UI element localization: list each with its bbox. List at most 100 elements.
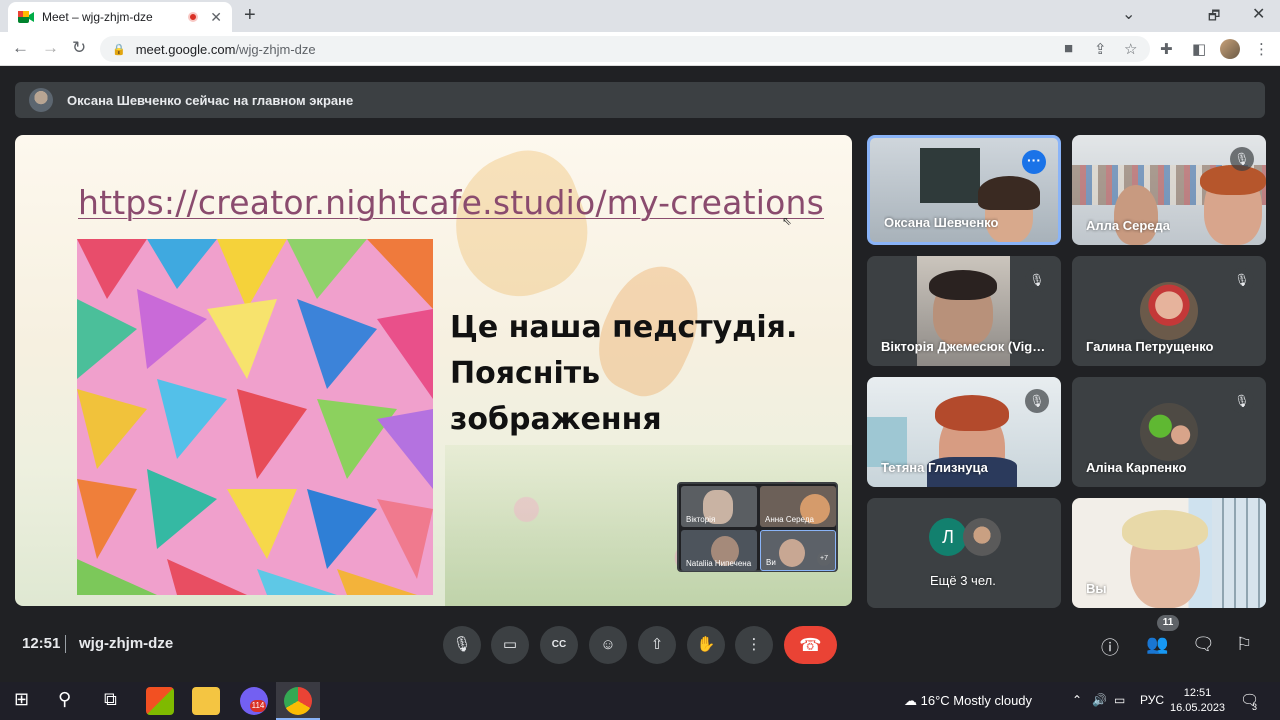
- more-participants-tile[interactable]: Л Ещё 3 чел.: [867, 498, 1061, 608]
- weather-text: 16°C Mostly cloudy: [920, 693, 1033, 708]
- muted-mic-icon: 🎙: [1025, 389, 1049, 413]
- self-view-tile[interactable]: Вы: [1072, 498, 1266, 608]
- mini-tile: Nataliia Нипечена: [681, 530, 757, 571]
- tab-title: Meet – wjg-zhjm-dze: [42, 10, 153, 24]
- participant-avatar: [963, 518, 1001, 556]
- camera-button[interactable]: ▭: [491, 626, 529, 664]
- participant-avatar: [1140, 403, 1198, 461]
- end-call-button[interactable]: ☎: [784, 626, 837, 664]
- tray-overflow-icon[interactable]: ⌃: [1072, 693, 1082, 707]
- browser-toolbar: ← → ↻ 🔒 meet.google.com/wjg-zhjm-dze ■ ⇪…: [0, 32, 1280, 66]
- participant-name: Вы: [1086, 581, 1107, 596]
- mini-tile: Анна Середа: [760, 486, 836, 527]
- origami-image: [77, 239, 433, 595]
- participant-tile[interactable]: 🎙 Галина Петрущенко: [1072, 256, 1266, 366]
- task-view-icon[interactable]: ⧉: [104, 689, 117, 710]
- search-icon[interactable]: ⚲: [58, 689, 71, 710]
- slide-heading-line: зображення: [450, 402, 662, 437]
- captions-icon: CC: [551, 639, 567, 650]
- mini-more-count: +7: [817, 552, 831, 566]
- mini-tile: Вікторія: [681, 486, 757, 527]
- url-host: meet.google.com: [135, 41, 236, 57]
- raise-hand-button[interactable]: ✋: [687, 626, 725, 664]
- muted-mic-icon: 🎙: [1230, 389, 1254, 413]
- close-window-icon[interactable]: ✕: [1252, 4, 1265, 24]
- microphone-button[interactable]: 🎙: [443, 626, 481, 664]
- bookmark-star-icon[interactable]: ☆: [1124, 40, 1137, 58]
- participant-name: Тетяна Глизнуца: [881, 460, 988, 475]
- captions-button[interactable]: CC: [540, 626, 578, 664]
- emoji-button[interactable]: ☺: [589, 626, 627, 664]
- divider: [65, 635, 66, 653]
- participant-name: Галина Петрущенко: [1086, 339, 1214, 354]
- participant-count-badge: 11: [1157, 615, 1179, 631]
- participant-tile[interactable]: 🎙 Алла Середа: [1072, 135, 1266, 245]
- participant-name: Аліна Карпенко: [1086, 460, 1187, 475]
- mini-tile-name: Анна Середа: [765, 515, 814, 524]
- url-path: /wjg-zhjm-dze: [235, 41, 316, 57]
- microsoft-store-icon[interactable]: [146, 687, 174, 715]
- address-bar[interactable]: 🔒 meet.google.com/wjg-zhjm-dze: [100, 36, 1150, 62]
- chrome-menu-icon[interactable]: ⋮: [1254, 40, 1269, 58]
- presentation-stage: https://creator.nightcafe.studio/my-crea…: [15, 135, 852, 606]
- participant-initial-avatar: Л: [929, 518, 967, 556]
- windows-taskbar: ⊞ ⚲ ⧉ ☁ 16°C Mostly cloudy ⌃ 🔊 ▭ РУС 12:…: [0, 682, 1280, 720]
- file-explorer-icon[interactable]: [192, 687, 220, 715]
- reload-icon[interactable]: ↻: [72, 38, 86, 58]
- weather-widget[interactable]: ☁ 16°C Mostly cloudy: [904, 693, 1032, 709]
- share-icon[interactable]: ⇪: [1094, 40, 1107, 58]
- tab-search-icon[interactable]: ⌄: [1122, 4, 1135, 24]
- activities-icon[interactable]: ⚐: [1236, 634, 1252, 655]
- side-panel-icon[interactable]: ◧: [1192, 40, 1206, 58]
- volume-icon[interactable]: 🔊: [1092, 693, 1107, 707]
- presenter-avatar: [29, 88, 53, 112]
- mini-tile-name: Ви: [766, 558, 776, 567]
- participant-name: Вікторія Джемесюк (Vig…: [881, 339, 1046, 354]
- participant-options-icon[interactable]: ···: [1022, 150, 1046, 174]
- raise-hand-icon: ✋: [696, 636, 716, 653]
- notification-count: 3: [1252, 702, 1258, 712]
- input-language[interactable]: РУС: [1140, 693, 1164, 707]
- new-tab-button[interactable]: +: [244, 4, 256, 27]
- battery-icon[interactable]: ▭: [1114, 693, 1125, 707]
- participant-name: Оксана Шевченко: [884, 215, 999, 230]
- participant-tile[interactable]: 🎙 Вікторія Джемесюк (Vig…: [867, 256, 1061, 366]
- participant-tile[interactable]: 🎙 Аліна Карпенко: [1072, 377, 1266, 487]
- participant-avatar: [1140, 282, 1198, 340]
- mouse-cursor-icon: ⇖: [782, 214, 793, 228]
- muted-mic-icon: 🎙: [1230, 147, 1254, 171]
- back-arrow-icon[interactable]: ←: [12, 38, 29, 58]
- more-options-button[interactable]: ⋮: [735, 626, 773, 664]
- meeting-clock: 12:51: [22, 635, 61, 652]
- slide-heading-line: Це наша педстудія.: [450, 310, 798, 345]
- slide-link[interactable]: https://creator.nightcafe.studio/my-crea…: [78, 183, 824, 222]
- info-icon[interactable]: ⓘ: [1101, 634, 1119, 660]
- more-participants-label: Ещё 3 чел.: [930, 573, 996, 588]
- browser-tab-meet[interactable]: Meet – wjg-zhjm-dze ✕: [8, 2, 232, 32]
- present-button[interactable]: ⇧: [638, 626, 676, 664]
- extensions-puzzle-icon[interactable]: ✚: [1160, 40, 1173, 58]
- participant-tile[interactable]: 🎙 Тетяна Глизнуца: [867, 377, 1061, 487]
- presenting-banner: Оксана Шевченко сейчас на главном экране: [15, 82, 1265, 118]
- taskbar-clock[interactable]: 12:51 16.05.2023: [1170, 686, 1225, 716]
- forward-arrow-icon[interactable]: →: [42, 38, 59, 58]
- lock-icon: 🔒: [112, 43, 126, 56]
- windows-start-icon[interactable]: ⊞: [14, 689, 29, 710]
- restore-window-icon[interactable]: 🗗: [1208, 7, 1220, 29]
- profile-avatar[interactable]: [1220, 39, 1240, 59]
- camera-in-use-icon[interactable]: ■: [1064, 40, 1073, 57]
- emoji-icon: ☺: [600, 636, 616, 653]
- participant-name: Алла Середа: [1086, 218, 1171, 233]
- present-icon: ⇧: [650, 636, 664, 653]
- participant-tile[interactable]: ··· Оксана Шевченко: [867, 135, 1061, 245]
- meet-favicon-icon: [18, 10, 34, 24]
- muted-mic-icon: 🎙: [1230, 268, 1254, 292]
- people-icon[interactable]: 👥: [1146, 634, 1168, 655]
- more-vert-icon: ⋮: [746, 636, 762, 653]
- end-call-icon: ☎: [799, 635, 822, 655]
- slide-heading-line: Поясніть: [450, 356, 601, 391]
- tab-close-icon[interactable]: ✕: [210, 9, 222, 26]
- chat-icon[interactable]: 🗨: [1192, 634, 1215, 655]
- mini-tile-name: Nataliia Нипечена: [686, 559, 752, 568]
- chrome-icon[interactable]: [284, 687, 312, 715]
